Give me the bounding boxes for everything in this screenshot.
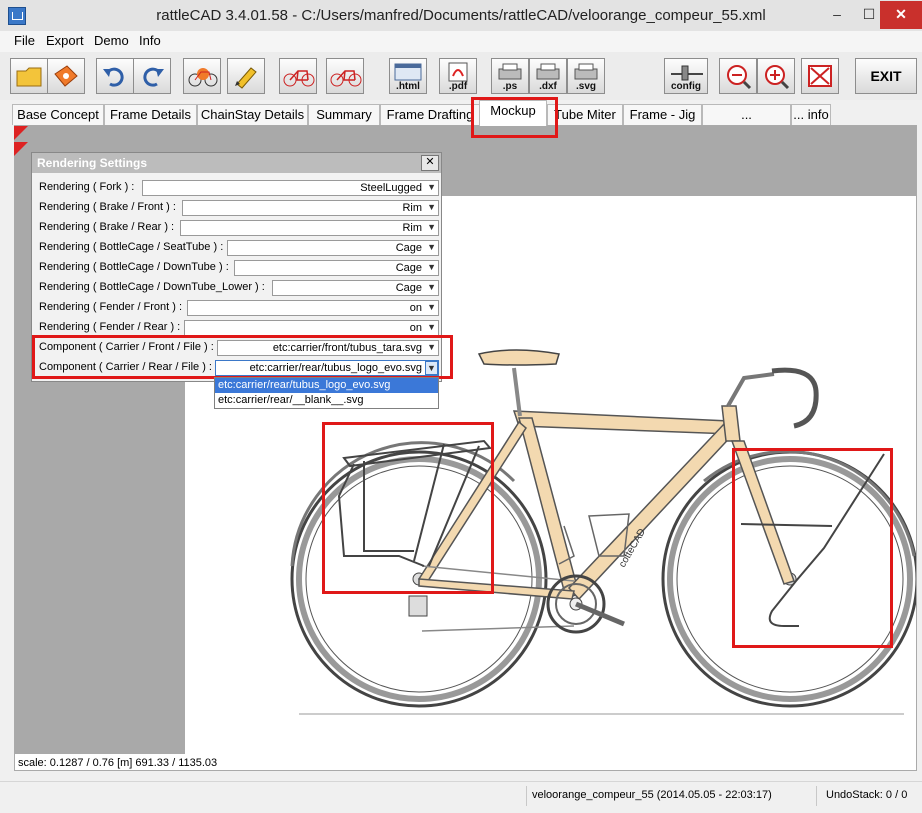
html-icon <box>394 63 422 81</box>
carrier-rear-dropdown-list: etc:carrier/rear/tubus_logo_evo.svg etc:… <box>214 377 439 409</box>
undo-icon <box>103 67 124 87</box>
undo-button[interactable] <box>96 58 134 94</box>
menu-info[interactable]: Info <box>133 31 167 52</box>
menu-file[interactable]: File <box>8 31 41 52</box>
row-label: Rendering ( BottleCage / DownTube ) : <box>39 261 229 273</box>
mockup-tab-highlight <box>471 97 558 138</box>
bike-frame-icon <box>283 70 315 87</box>
chevron-down-icon: ▼ <box>427 202 436 212</box>
status-separator <box>526 786 527 806</box>
window-title: rattleCAD 3.4.01.58 - C:/Users/manfred/D… <box>156 7 766 24</box>
row-label: Rendering ( BottleCage / DownTube_Lower … <box>39 281 265 293</box>
fit-screen-icon <box>808 65 832 87</box>
chevron-down-icon: ▼ <box>427 302 436 312</box>
status-bar: veloorange_compeur_55 (2014.05.05 - 22:0… <box>0 781 922 813</box>
save-icon <box>54 65 78 87</box>
tab-summary[interactable]: Summary <box>308 104 380 125</box>
front-carrier-highlight <box>732 448 893 648</box>
bike-render-icon <box>188 68 218 87</box>
bike-view-1-button[interactable] <box>279 58 317 94</box>
bottlecage-downtube-lower-select[interactable]: Cage ▼ <box>272 280 439 296</box>
bike-view-2-button[interactable] <box>326 58 364 94</box>
export-html-button[interactable]: .html <box>389 58 427 94</box>
minimize-button[interactable]: – <box>820 1 854 29</box>
status-separator <box>816 786 817 806</box>
row-label: Rendering ( Brake / Front ) : <box>39 201 176 213</box>
dialog-title: Rendering Settings <box>37 156 148 170</box>
zoom-out-icon <box>727 65 752 90</box>
exit-button[interactable]: EXIT <box>855 58 917 94</box>
tab-components[interactable]: ... Components <box>702 104 791 142</box>
chevron-down-icon: ▼ <box>427 282 436 292</box>
export-dxf-button[interactable]: .dxf <box>529 58 567 94</box>
dialog-title-bar[interactable]: Rendering Settings ✕ <box>32 153 441 173</box>
tab-info[interactable]: ... info <box>791 104 831 125</box>
rear-carrier-highlight <box>322 422 494 594</box>
status-file: veloorange_compeur_55 (2014.05.05 - 22:0… <box>532 789 772 801</box>
export-pdf-button[interactable]: .pdf <box>439 58 477 94</box>
pencil-icon <box>235 67 257 89</box>
carrier-rows-highlight <box>32 335 453 379</box>
dropdown-option[interactable]: etc:carrier/rear/tubus_logo_evo.svg <box>215 378 438 393</box>
row-label: Rendering ( Fork ) : <box>39 181 135 193</box>
tab-chainstay-details[interactable]: ChainStay Details <box>197 104 308 125</box>
redo-button[interactable] <box>133 58 171 94</box>
row-label: Rendering ( BottleCage / SeatTube ) : <box>39 241 224 253</box>
tab-bar: Base Concept Frame Details ChainStay Det… <box>0 100 922 142</box>
slider-icon <box>671 65 703 81</box>
config-button[interactable]: config <box>664 58 708 94</box>
zoom-fit-button[interactable] <box>801 58 839 94</box>
printer-icon <box>498 63 522 80</box>
scale-readout: scale: 0.1287 / 0.76 [m] 691.33 / 1135.0… <box>18 757 218 769</box>
zoom-in-button[interactable] <box>757 58 795 94</box>
close-window-button[interactable]: ✕ <box>880 1 922 29</box>
save-file-button[interactable] <box>47 58 85 94</box>
fender-front-select[interactable]: on ▼ <box>187 300 439 316</box>
pdf-icon <box>448 62 468 82</box>
handlebar <box>771 367 819 429</box>
bottlecage-downtube-select[interactable]: Cage ▼ <box>234 260 439 276</box>
menu-demo[interactable]: Demo <box>88 31 135 52</box>
fork-render-select[interactable]: SteelLugged ▼ <box>142 180 439 196</box>
folder-icon <box>16 67 42 87</box>
chevron-down-icon: ▼ <box>427 322 436 332</box>
fender-rear-select[interactable]: on ▼ <box>184 320 439 336</box>
chevron-down-icon: ▼ <box>427 222 436 232</box>
bike-frame-icon <box>330 70 362 87</box>
title-bar: rattleCAD 3.4.01.58 - C:/Users/manfred/D… <box>0 0 922 32</box>
dropdown-option[interactable]: etc:carrier/rear/__blank__.svg <box>215 393 438 408</box>
export-ps-button[interactable]: .ps <box>491 58 529 94</box>
row-label: Rendering ( Fender / Front ) : <box>39 301 183 313</box>
tab-tube-miter[interactable]: Tube Miter <box>547 104 623 125</box>
bottlecage-seattube-select[interactable]: Cage ▼ <box>227 240 439 256</box>
render-button[interactable] <box>183 58 221 94</box>
row-label: Rendering ( Brake / Rear ) : <box>39 221 175 233</box>
brake-rear-select[interactable]: Rim ▼ <box>180 220 439 236</box>
printer-icon <box>574 63 598 80</box>
saddle <box>477 349 560 366</box>
status-undo: UndoStack: 0 / 0 <box>826 789 908 801</box>
chevron-down-icon: ▼ <box>427 182 436 192</box>
printer-icon <box>536 63 560 80</box>
chevron-down-icon: ▼ <box>427 262 436 272</box>
menu-export[interactable]: Export <box>40 31 90 52</box>
zoom-out-button[interactable] <box>719 58 757 94</box>
export-svg-button[interactable]: .svg <box>567 58 605 94</box>
row-label: Rendering ( Fender / Rear ) : <box>39 321 181 333</box>
tab-frame-jig[interactable]: Frame - Jig <box>623 104 702 125</box>
open-file-button[interactable] <box>10 58 48 94</box>
dialog-close-button[interactable]: ✕ <box>421 155 439 171</box>
zoom-in-icon <box>765 65 790 90</box>
redo-icon <box>143 67 164 87</box>
tab-frame-details[interactable]: Frame Details <box>104 104 197 125</box>
tab-frame-drafting[interactable]: Frame Drafting <box>380 104 480 125</box>
chevron-down-icon: ▼ <box>427 242 436 252</box>
stem <box>726 372 775 407</box>
brake-front-select[interactable]: Rim ▼ <box>182 200 439 216</box>
toolbar: .html .pdf .ps .dxf .svg config EXIT <box>0 52 922 100</box>
seatpost <box>512 367 522 417</box>
tab-base-concept[interactable]: Base Concept <box>12 104 104 125</box>
edit-button[interactable] <box>227 58 265 94</box>
menu-bar: File Export Demo Info <box>0 31 922 52</box>
